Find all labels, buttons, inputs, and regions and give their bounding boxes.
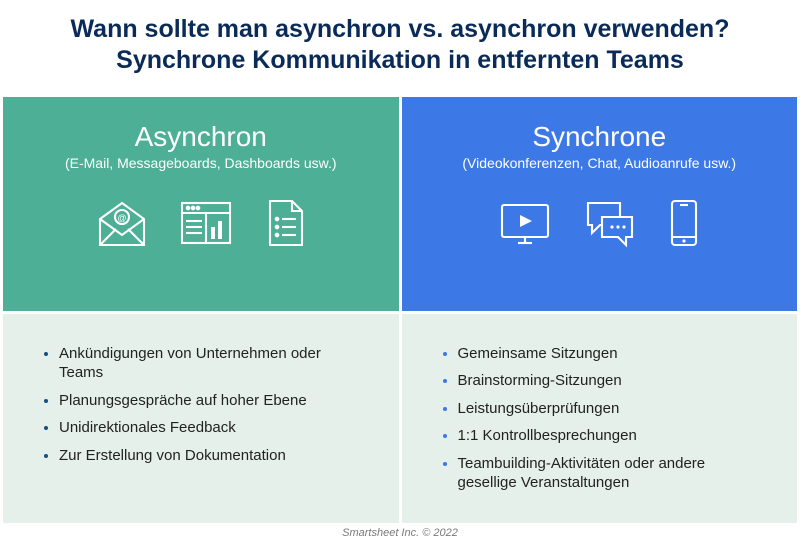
dashboard-icon bbox=[178, 197, 234, 249]
async-body: Ankündigungen von Unternehmen oder Teams… bbox=[3, 314, 399, 523]
svg-text:@: @ bbox=[117, 213, 126, 223]
async-heading: Asynchron bbox=[135, 121, 267, 153]
page-title: Wann sollte man asynchron vs. asynchron … bbox=[0, 0, 800, 97]
list-item: Zur Erstellung von Dokumentation bbox=[59, 446, 365, 466]
sync-subheading: (Videokonferenzen, Chat, Audioanrufe usw… bbox=[462, 155, 736, 171]
email-icon: @ bbox=[94, 197, 150, 249]
async-list: Ankündigungen von Unternehmen oder Teams… bbox=[37, 344, 365, 466]
chat-icon bbox=[582, 197, 638, 249]
list-item: Unidirektionales Feedback bbox=[59, 418, 365, 438]
sync-icons bbox=[496, 197, 702, 249]
sync-header: Synchrone (Videokonferenzen, Chat, Audio… bbox=[402, 97, 798, 311]
list-item: 1:1 Kontrollbesprechungen bbox=[458, 426, 764, 446]
async-icons: @ bbox=[94, 197, 308, 249]
comparison-grid: Asynchron (E-Mail, Messageboards, Dashbo… bbox=[0, 97, 800, 523]
list-item: Teambuilding-Aktivitäten oder andere ges… bbox=[458, 454, 764, 493]
async-subheading: (E-Mail, Messageboards, Dashboards usw.) bbox=[65, 155, 337, 171]
sync-list: Gemeinsame Sitzungen Brainstorming-Sitzu… bbox=[436, 344, 764, 493]
list-item: Brainstorming-Sitzungen bbox=[458, 371, 764, 391]
list-item: Gemeinsame Sitzungen bbox=[458, 344, 764, 364]
list-item: Leistungsüberprüfungen bbox=[458, 399, 764, 419]
list-item: Ankündigungen von Unternehmen oder Teams bbox=[59, 344, 365, 383]
document-icon bbox=[262, 197, 308, 249]
list-item: Planungsgespräche auf hoher Ebene bbox=[59, 391, 365, 411]
async-header: Asynchron (E-Mail, Messageboards, Dashbo… bbox=[3, 97, 399, 311]
title-line-2: Synchrone Kommunikation in entfernten Te… bbox=[116, 46, 684, 74]
phone-icon bbox=[666, 197, 702, 249]
sync-heading: Synchrone bbox=[532, 121, 666, 153]
title-line-1: Wann sollte man asynchron vs. asynchron … bbox=[71, 15, 730, 43]
sync-body: Gemeinsame Sitzungen Brainstorming-Sitzu… bbox=[402, 314, 798, 523]
video-icon bbox=[496, 197, 554, 249]
